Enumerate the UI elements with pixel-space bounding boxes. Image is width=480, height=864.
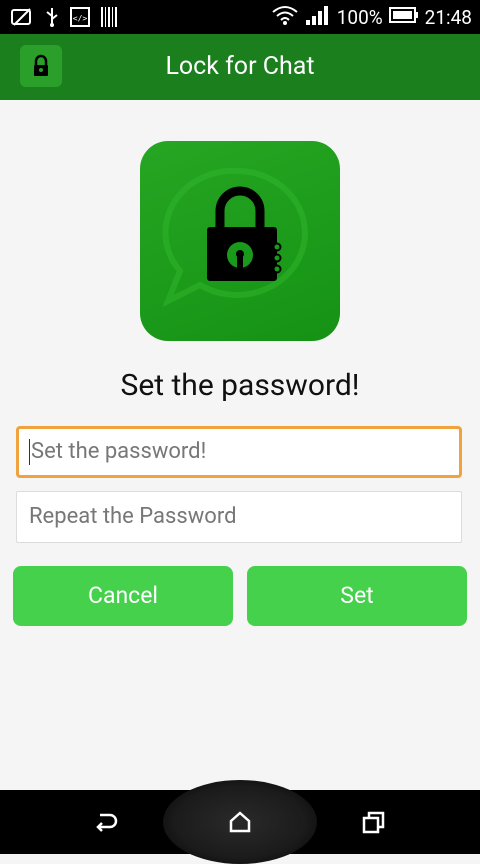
wifi-icon bbox=[271, 3, 299, 31]
repeat-password-placeholder: Repeat the Password bbox=[29, 504, 237, 529]
lock-image bbox=[140, 141, 340, 341]
barcode-icon bbox=[100, 6, 118, 32]
password-input[interactable]: Set the password! bbox=[16, 426, 462, 478]
back-button[interactable] bbox=[88, 806, 124, 838]
code-icon: </> bbox=[70, 7, 90, 31]
no-sim-icon bbox=[10, 7, 34, 31]
home-button[interactable] bbox=[222, 806, 258, 838]
app-title: Lock for Chat bbox=[165, 52, 315, 81]
usb-icon bbox=[44, 6, 60, 32]
padlock-icon bbox=[162, 167, 308, 308]
battery-percent: 100% bbox=[336, 5, 383, 29]
signal-icon bbox=[305, 4, 331, 30]
clock: 21:48 bbox=[424, 5, 472, 29]
navigation-bar bbox=[0, 780, 480, 864]
battery-icon bbox=[388, 7, 419, 27]
recent-apps-button[interactable] bbox=[355, 806, 391, 838]
password-input-placeholder: Set the password! bbox=[31, 439, 207, 464]
set-button[interactable]: Set bbox=[247, 566, 467, 626]
recent-apps-icon bbox=[362, 811, 385, 834]
app-bar: Lock for Chat bbox=[0, 34, 480, 100]
page-heading: Set the password! bbox=[120, 368, 360, 403]
back-icon bbox=[96, 813, 118, 832]
status-bar: </> 100% 21:48 bbox=[0, 0, 480, 34]
svg-text:</>: </> bbox=[73, 14, 88, 23]
cancel-button[interactable]: Cancel bbox=[13, 566, 233, 626]
home-icon bbox=[229, 811, 251, 833]
text-cursor bbox=[29, 439, 30, 466]
repeat-password-input[interactable]: Repeat the Password bbox=[16, 491, 462, 543]
